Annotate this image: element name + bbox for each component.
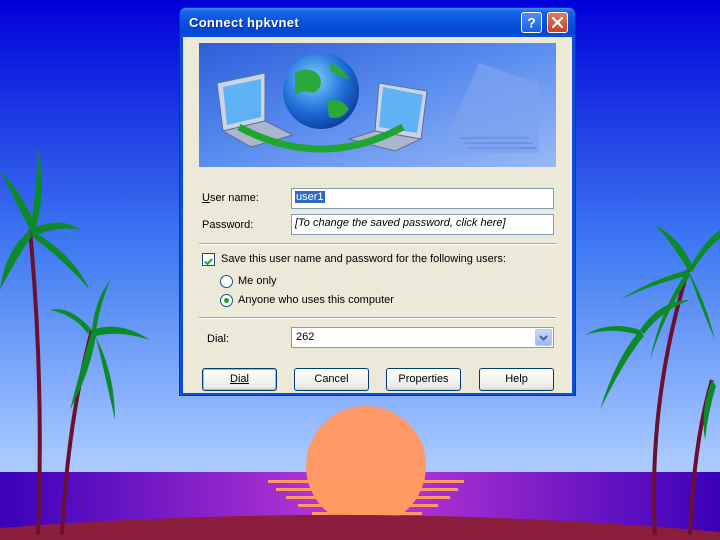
svg-text:?: ? xyxy=(527,15,536,31)
radio-me-only[interactable] xyxy=(220,275,233,288)
save-credentials-label[interactable]: Save this user name and password for the… xyxy=(221,253,506,265)
close-button[interactable] xyxy=(547,12,568,33)
dial-number-combobox[interactable]: 262 xyxy=(291,327,554,348)
close-icon xyxy=(551,16,564,29)
dial-dropdown-button[interactable] xyxy=(535,329,552,346)
dialog-body: User name: user1 Password: [To change th… xyxy=(183,37,572,393)
dial-number-value: 262 xyxy=(296,331,315,343)
dial-label: Dial: xyxy=(207,333,230,345)
password-field[interactable]: [To change the saved password, click her… xyxy=(291,214,554,235)
separator xyxy=(199,243,556,245)
password-value: [To change the saved password, click her… xyxy=(295,217,506,229)
save-credentials-checkbox[interactable] xyxy=(202,253,215,266)
username-label: User name: xyxy=(202,192,259,204)
connect-dialog: Connect hpkvnet ? User name: user1 Passw… xyxy=(179,7,576,396)
dial-button[interactable]: Dial xyxy=(202,368,277,391)
radio-anyone[interactable] xyxy=(220,294,233,307)
radio-anyone-label[interactable]: Anyone who uses this computer xyxy=(238,294,394,306)
chevron-down-icon xyxy=(539,335,548,341)
radio-selected-dot xyxy=(224,298,229,303)
dial-button-label: Dial xyxy=(230,373,249,385)
username-value: user1 xyxy=(295,191,325,203)
checkmark-icon xyxy=(204,258,213,266)
title-bar[interactable]: Connect hpkvnet ? xyxy=(180,8,575,37)
username-field[interactable]: user1 xyxy=(291,188,554,209)
radio-me-only-label[interactable]: Me only xyxy=(238,275,277,287)
properties-button[interactable]: Properties xyxy=(386,368,461,391)
help-title-button[interactable]: ? xyxy=(521,12,542,33)
password-label: Password: xyxy=(202,219,254,231)
globe-network-icon xyxy=(199,43,556,167)
username-label-text: ser name: xyxy=(209,192,259,204)
help-button[interactable]: Help xyxy=(479,368,554,391)
dialog-title: Connect hpkvnet xyxy=(189,15,299,30)
cancel-button[interactable]: Cancel xyxy=(294,368,369,391)
separator xyxy=(199,317,556,319)
question-icon: ? xyxy=(527,15,536,31)
username-accel: U xyxy=(202,192,210,204)
